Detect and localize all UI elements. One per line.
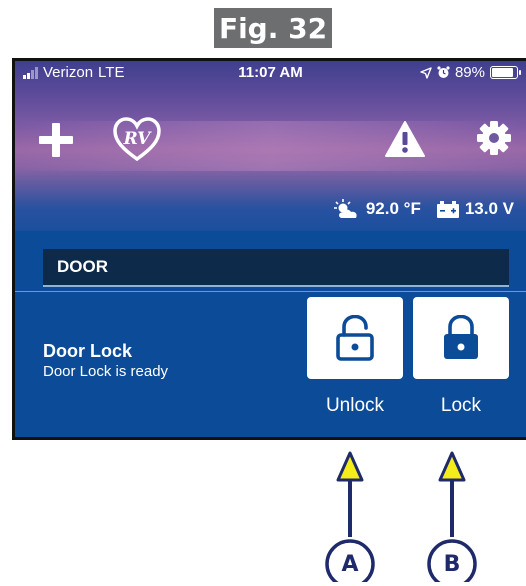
device-row-door-lock: Door Lock Door Lock is ready Unlock Lock — [15, 291, 526, 437]
temperature-readout: 92.0 °F — [365, 199, 421, 218]
unlock-button[interactable] — [307, 297, 403, 379]
callout-label-b: B — [443, 551, 461, 577]
callout-a: A — [322, 450, 378, 586]
padlock-open-icon — [336, 315, 374, 361]
device-status: Door Lock is ready — [43, 363, 169, 380]
section-header-door: DOOR — [43, 249, 509, 287]
readouts-bar: 92.0 °F 13.0 V — [333, 199, 514, 219]
partly-sunny-icon — [333, 199, 357, 218]
gear-icon[interactable] — [477, 121, 511, 155]
alarm-icon — [437, 66, 450, 78]
battery-percent: 89% — [454, 64, 485, 81]
callout-label-a: A — [341, 551, 359, 577]
status-bar: Verizon LTE 11:07 AM 89% — [15, 61, 526, 85]
voltage-readout: 13.0 V — [464, 199, 514, 218]
device-name: Door Lock — [43, 341, 133, 361]
callout-b: B — [424, 450, 480, 586]
lock-label: Lock — [440, 395, 482, 416]
plus-icon[interactable] — [39, 123, 73, 157]
location-arrow-icon — [420, 66, 432, 79]
rv-heart-logo-icon[interactable]: RV — [113, 117, 161, 161]
battery-icon — [490, 66, 521, 79]
padlock-closed-icon — [444, 315, 478, 359]
lock-button[interactable] — [413, 297, 509, 379]
unlock-label: Unlock — [325, 395, 385, 416]
svg-text:RV: RV — [123, 129, 153, 149]
figure-label: Fig. 32 — [214, 8, 332, 48]
app-screen: Verizon LTE 11:07 AM 89% RV 92.0 °F 13.0… — [12, 58, 526, 440]
warning-icon[interactable] — [385, 121, 425, 157]
battery-12v-icon — [436, 201, 459, 218]
